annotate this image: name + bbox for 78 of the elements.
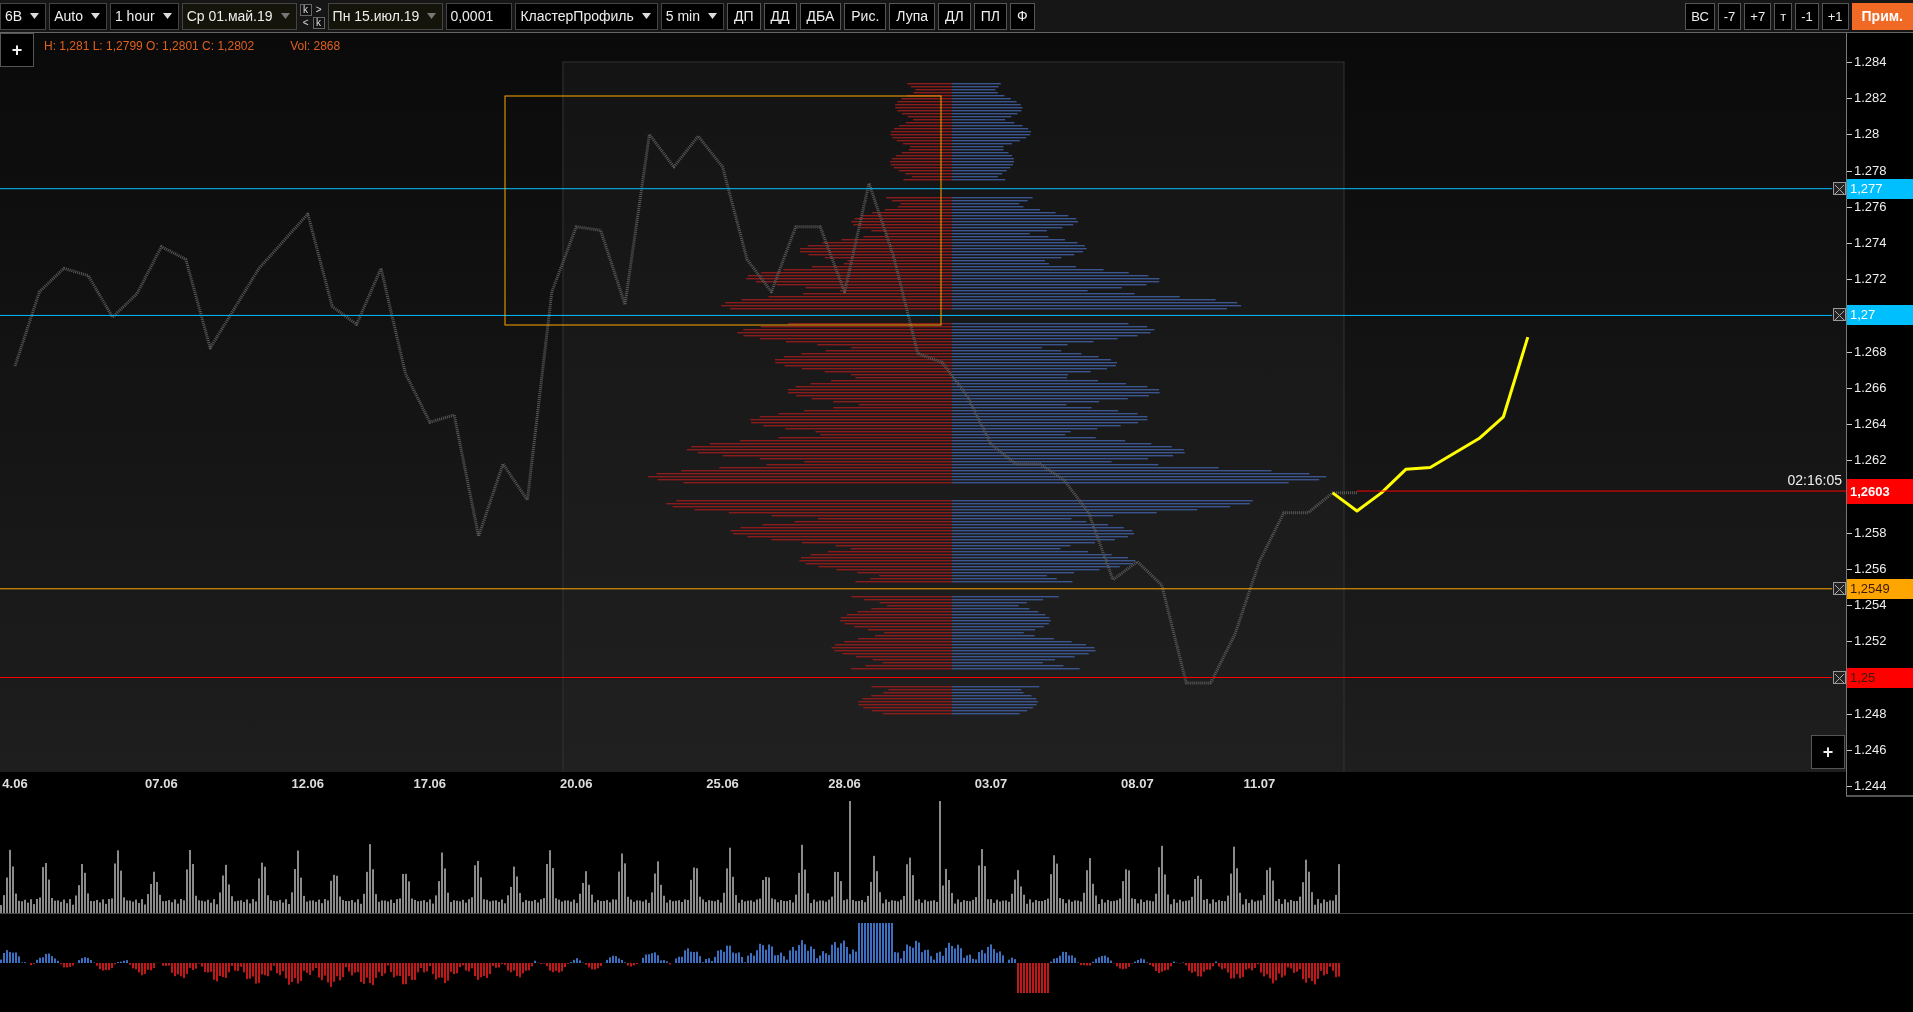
price-label: 1.254 [1854, 598, 1887, 613]
step-button[interactable]: k [312, 16, 325, 29]
close-icon[interactable] [1833, 670, 1846, 684]
step-button[interactable]: k [299, 3, 312, 16]
dropdown[interactable]: 1 hour [109, 2, 179, 30]
price-label: 1.274 [1854, 236, 1887, 250]
toolbar-button[interactable]: ДД [763, 2, 797, 30]
dropdown[interactable]: Auto [49, 2, 107, 30]
price-label: 1.272 [1854, 272, 1887, 287]
caret-icon [30, 13, 40, 19]
price-label: 1.282 [1854, 91, 1887, 106]
toolbar-button[interactable]: ДЛ [938, 2, 971, 30]
price-label: 1.246 [1854, 742, 1887, 757]
price-tag: 1,277 [1847, 178, 1913, 199]
price-label: 1.276 [1854, 199, 1887, 214]
toolbar-button[interactable]: ВС [1685, 2, 1715, 30]
caret-icon [641, 13, 651, 19]
date-label: 03.07 [974, 776, 1008, 791]
price-label: 1.264 [1854, 417, 1887, 432]
price-tag: 1,27 [1847, 305, 1913, 326]
selection-rectangle[interactable] [504, 95, 942, 326]
toolbar-button[interactable]: т [1774, 2, 1793, 30]
step-button[interactable]: > [312, 3, 325, 16]
caret-icon [280, 13, 290, 19]
caret-icon [708, 13, 717, 19]
date-label: 12.06 [291, 776, 325, 791]
toolbar-button[interactable]: +7 [1744, 2, 1772, 30]
date-picker[interactable]: Ср 01.май.19 [181, 2, 297, 30]
toolbar-button[interactable]: Рис. [844, 2, 887, 30]
dropdown[interactable]: КластерПрофиль [515, 2, 658, 30]
level-line[interactable] [0, 314, 1833, 316]
price-label: 1.284 [1854, 54, 1887, 69]
date-picker[interactable]: Пн 15.июл.19 [327, 2, 444, 30]
level-line[interactable] [0, 188, 1833, 190]
date-label: 20.06 [559, 776, 593, 791]
caret-icon [162, 13, 172, 19]
date-label: 25.06 [706, 776, 739, 791]
price-tag: 1,2603 [1847, 479, 1913, 505]
toolbar-button[interactable]: -1 [1795, 2, 1819, 30]
price-label: 1.252 [1854, 634, 1887, 649]
price-label: 1.266 [1854, 380, 1887, 395]
close-icon[interactable] [1833, 581, 1846, 595]
dropdown[interactable]: 6В [0, 2, 47, 30]
toolbar-button[interactable]: Ф [1009, 2, 1035, 30]
toolbar-button[interactable]: +1 [1821, 2, 1849, 30]
date-label: 17.06 [413, 776, 447, 791]
step-field[interactable]: 0,0001 [446, 2, 513, 30]
price-label: 1.278 [1854, 163, 1887, 178]
toolbar-button[interactable]: -7 [1717, 2, 1742, 30]
price-label: 1.258 [1854, 525, 1887, 540]
price-label: 1.248 [1854, 706, 1887, 721]
toolbar-button[interactable]: ДБА [799, 2, 842, 30]
price-tag: 1,25 [1847, 667, 1913, 688]
toolbar-button[interactable]: Лупа [889, 2, 935, 30]
volume-readout: Vol: 2868 [290, 39, 341, 53]
close-icon[interactable] [1833, 308, 1846, 322]
date-label: 4.06 [2, 776, 28, 791]
price-tag: 1,2549 [1847, 578, 1913, 599]
date-label: 28.06 [828, 776, 861, 791]
price-label: 1.28 [1854, 127, 1880, 142]
add-button[interactable]: + [1811, 735, 1845, 769]
add-button[interactable]: + [0, 33, 34, 67]
countdown-timer: 02:16:05 [1787, 472, 1842, 489]
date-label: 08.07 [1121, 776, 1154, 791]
date-label: 11.07 [1243, 776, 1276, 791]
price-label: 1.244 [1854, 779, 1887, 794]
toolbar-button[interactable]: ДП [727, 2, 761, 30]
close-icon[interactable] [1833, 181, 1846, 195]
price-label: 1.268 [1854, 344, 1887, 359]
step-button[interactable]: < [299, 16, 312, 29]
ohlc-readout: H: 1,281 L: 1,2799 O: 1,2801 C: 1,2802 [44, 39, 255, 53]
price-label: 1.262 [1854, 453, 1887, 468]
price-label: 1.256 [1854, 561, 1887, 576]
caret-icon [427, 13, 437, 19]
dropdown[interactable]: 5 min [660, 2, 724, 30]
caret-icon [90, 13, 100, 19]
toolbar-button[interactable]: ПЛ [973, 2, 1007, 30]
date-label: 07.06 [145, 776, 178, 791]
